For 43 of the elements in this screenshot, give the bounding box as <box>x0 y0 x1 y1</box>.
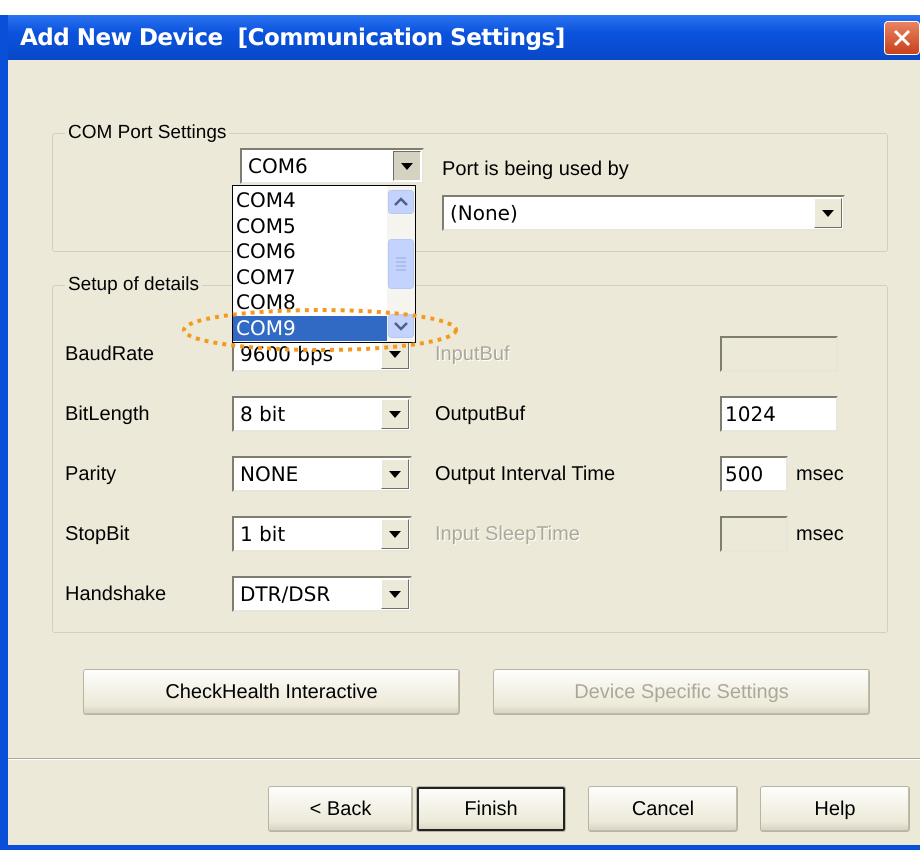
field-label: OutputBuf <box>435 402 526 426</box>
setting-dropdown[interactable]: NONE <box>232 456 412 492</box>
dropdown-arrow-icon <box>822 210 834 216</box>
dropdown-arrow-icon <box>389 470 401 478</box>
field-label: Input SleepTime <box>435 522 581 546</box>
footer-button[interactable]: Finish <box>416 786 566 832</box>
setting-dropdown[interactable]: DTR/DSR <box>232 576 412 612</box>
field-label: Handshake <box>65 582 168 606</box>
footer-button[interactable]: < Back <box>268 786 413 832</box>
field-label: Output Interval Time <box>435 462 616 486</box>
unit-label: msec <box>796 462 844 486</box>
scrollbar[interactable] <box>387 186 415 342</box>
footer-button[interactable]: Cancel <box>588 786 738 832</box>
port-dropdown[interactable]: COM6 <box>240 148 424 184</box>
close-icon <box>893 28 911 46</box>
field-label: BitLength <box>65 402 151 426</box>
dropdown-button[interactable] <box>393 151 421 181</box>
group-label: Setup of details <box>67 274 200 296</box>
field-label: StopBit <box>65 522 130 546</box>
dropdown-arrow-icon <box>389 410 401 418</box>
scroll-up-icon[interactable] <box>388 190 414 214</box>
setting-dropdown[interactable]: 1 bit <box>232 516 412 552</box>
window-title: Add New Device [Communication Settings] <box>19 24 565 50</box>
input-field[interactable]: 500 <box>720 456 788 492</box>
field-label: BaudRate <box>65 342 155 366</box>
group-label: COM Port Settings <box>67 122 228 144</box>
scroll-thumb[interactable] <box>388 239 414 289</box>
dropdown-arrow-icon <box>389 530 401 538</box>
action-button[interactable]: CheckHealth Interactive <box>83 669 460 715</box>
input-field[interactable]: 1024 <box>720 396 838 432</box>
unit-label: msec <box>796 522 844 546</box>
dropdown-arrow-icon <box>389 350 401 358</box>
field-label: Port is being used by <box>442 158 630 181</box>
field-label: Parity <box>65 462 118 486</box>
close-button[interactable] <box>884 20 920 54</box>
dropdown-arrow-icon <box>401 162 413 170</box>
scroll-down-icon[interactable] <box>388 314 414 338</box>
list-item[interactable]: COM9 <box>233 316 387 341</box>
used-by-dropdown[interactable]: (None) <box>442 195 845 231</box>
setting-dropdown[interactable]: 8 bit <box>232 396 412 432</box>
dropdown-arrow-icon <box>389 590 401 598</box>
field-label: InputBuf <box>435 342 511 366</box>
footer-button[interactable]: Help <box>760 786 910 832</box>
